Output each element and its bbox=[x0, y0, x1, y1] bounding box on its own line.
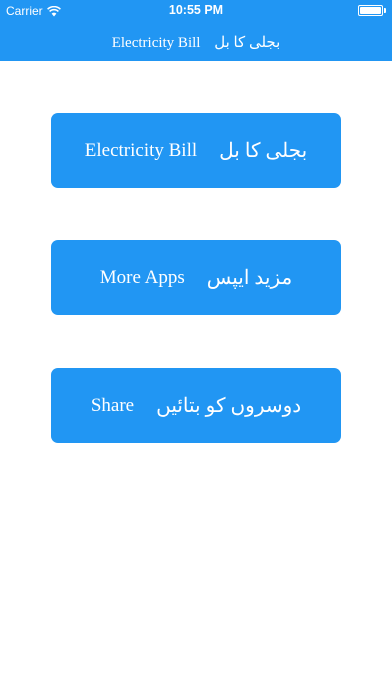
electricity-bill-label-en: Electricity Bill bbox=[84, 139, 198, 161]
more-apps-label-ur: مزید ایپس bbox=[206, 267, 293, 289]
share-label-ur: دوسروں کو بتائیں bbox=[156, 395, 302, 417]
share-label-en: Share bbox=[90, 394, 135, 416]
electricity-bill-label-ur: بجلی کا بل bbox=[219, 140, 308, 162]
battery-fill bbox=[360, 7, 381, 14]
page-title: Electricity Bill بجلی کا بل bbox=[0, 33, 392, 52]
status-bar: Carrier 10:55 PM bbox=[0, 0, 392, 22]
battery-icon bbox=[358, 5, 386, 16]
battery-tip bbox=[384, 8, 386, 13]
more-apps-button[interactable]: More Apps مزید ایپس bbox=[51, 240, 341, 315]
status-time: 10:55 PM bbox=[168, 3, 224, 17]
share-button[interactable]: Share دوسروں کو بتائیں bbox=[51, 368, 341, 443]
battery-body bbox=[358, 5, 383, 16]
page-title-ur: بجلی کا بل bbox=[214, 35, 281, 51]
electricity-bill-button[interactable]: Electricity Bill بجلی کا بل bbox=[51, 113, 341, 188]
app-header: Carrier 10:55 PM Electricity Bill بجلی ک… bbox=[0, 0, 392, 61]
page-title-en: Electricity Bill bbox=[111, 35, 201, 51]
more-apps-label-en: More Apps bbox=[99, 266, 185, 288]
